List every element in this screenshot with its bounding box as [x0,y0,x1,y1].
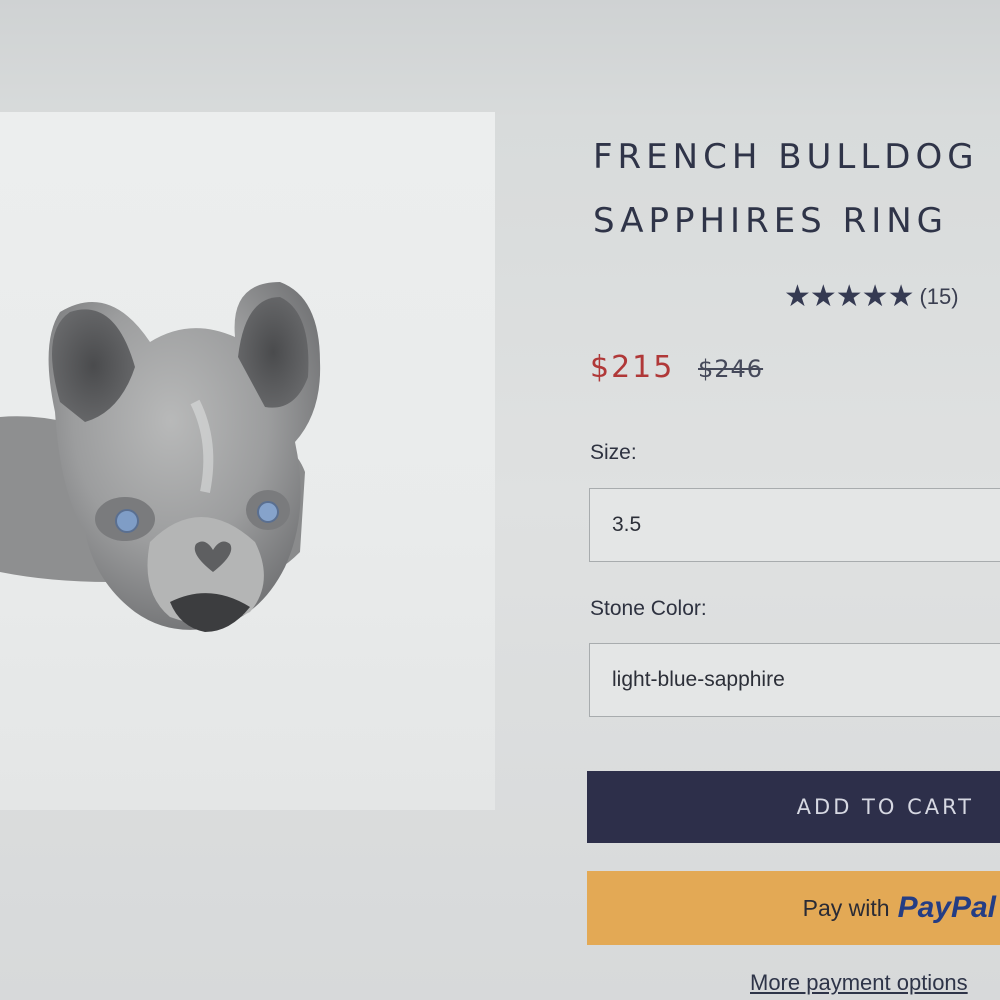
stone-color-select[interactable]: light-blue-sapphire [589,643,1000,717]
product-rating[interactable]: ★★★★★ (15) [784,282,959,312]
rating-stars-icon: ★★★★★ [784,279,914,314]
add-to-cart-label: ADD TO CART [796,795,974,819]
size-select[interactable]: 3.5 [589,488,1000,562]
review-count[interactable]: (15) [919,284,958,310]
product-image [0,282,321,632]
stone-color-label: Stone Color: [590,597,707,620]
paypal-prefix: Pay with [802,894,890,921]
more-payment-options-link[interactable]: More payment options [750,970,968,996]
product-title: FRENCH BULLDOG SAPPHIRES RING [593,125,1000,253]
size-label: Size: [590,441,637,464]
product-title-line-2: SAPPHIRES RING [593,201,948,241]
paypal-button[interactable]: Pay with PayPal [587,871,1000,945]
product-image-panel[interactable] [0,112,495,810]
paypal-logo: PayPal [897,891,996,924]
product-title-line-1: FRENCH BULLDOG [593,137,979,177]
sale-price: $215 [590,350,675,385]
add-to-cart-button[interactable]: ADD TO CART [587,771,1000,843]
compare-at-price: $246 [698,355,764,383]
